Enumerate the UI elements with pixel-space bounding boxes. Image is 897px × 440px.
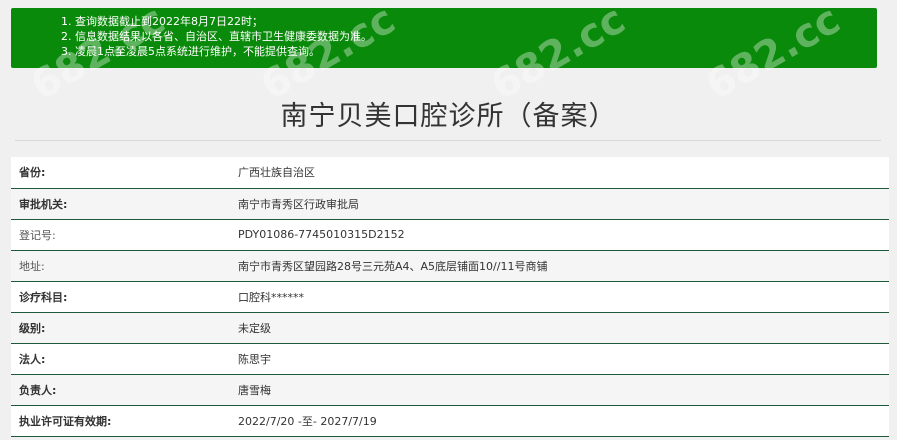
row-label: 地址: [11, 250, 230, 282]
title-divider [15, 140, 881, 141]
notice-list: 查询数据截止到2022年8月7日22时； 信息数据结果以各省、自治区、直辖市卫生… [11, 14, 877, 59]
row-value: 南宁市青秀区行政审批局 [230, 188, 889, 220]
row-label: 省份: [11, 157, 230, 189]
row-label: 登记号: [11, 219, 230, 251]
row-value: 口腔科****** [230, 281, 889, 313]
row-value: 2022/7/20 -至- 2027/7/19 [230, 405, 889, 437]
table-row: 法人: 陈思宇 [11, 343, 889, 375]
notice-item: 凌晨1点至凌晨5点系统进行维护，不能提供查询。 [75, 44, 877, 59]
table-row: 审批机关: 南宁市青秀区行政审批局 [11, 188, 889, 220]
row-value: 未定级 [230, 312, 889, 344]
row-value: 南宁市青秀区望园路28号三元苑A4、A5底层铺面10//11号商铺 [230, 250, 889, 282]
notice-banner: 查询数据截止到2022年8月7日22时； 信息数据结果以各省、自治区、直辖市卫生… [11, 8, 877, 68]
notice-item: 信息数据结果以各省、自治区、直辖市卫生健康委数据为准。 [75, 29, 877, 44]
page-title: 南宁贝美口腔诊所（备案） [280, 101, 617, 132]
table-row: 诊疗科目: 口腔科****** [11, 281, 889, 313]
row-label: 审批机关: [11, 188, 230, 220]
row-value: 广西壮族自治区 [230, 157, 889, 189]
table-row: 省份: 广西壮族自治区 [11, 157, 889, 189]
row-label: 执业许可证有效期: [11, 405, 230, 437]
row-label: 诊疗科目: [11, 281, 230, 313]
table-row: 地址: 南宁市青秀区望园路28号三元苑A4、A5底层铺面10//11号商铺 [11, 250, 889, 282]
info-table: 省份: 广西壮族自治区 审批机关: 南宁市青秀区行政审批局 登记号: PDY01… [11, 157, 889, 437]
row-label: 法人: [11, 343, 230, 375]
table-row: 级别: 未定级 [11, 312, 889, 344]
row-value: 陈思宇 [230, 343, 889, 375]
row-label: 负责人: [11, 374, 230, 406]
table-row: 负责人: 唐雪梅 [11, 374, 889, 406]
notice-item: 查询数据截止到2022年8月7日22时； [75, 14, 877, 29]
table-row: 执业许可证有效期: 2022/7/20 -至- 2027/7/19 [11, 405, 889, 437]
row-value: PDY01086-7745010315D2152 [230, 219, 889, 251]
row-value: 唐雪梅 [230, 374, 889, 406]
table-row: 登记号: PDY01086-7745010315D2152 [11, 219, 889, 251]
row-label: 级别: [11, 312, 230, 344]
